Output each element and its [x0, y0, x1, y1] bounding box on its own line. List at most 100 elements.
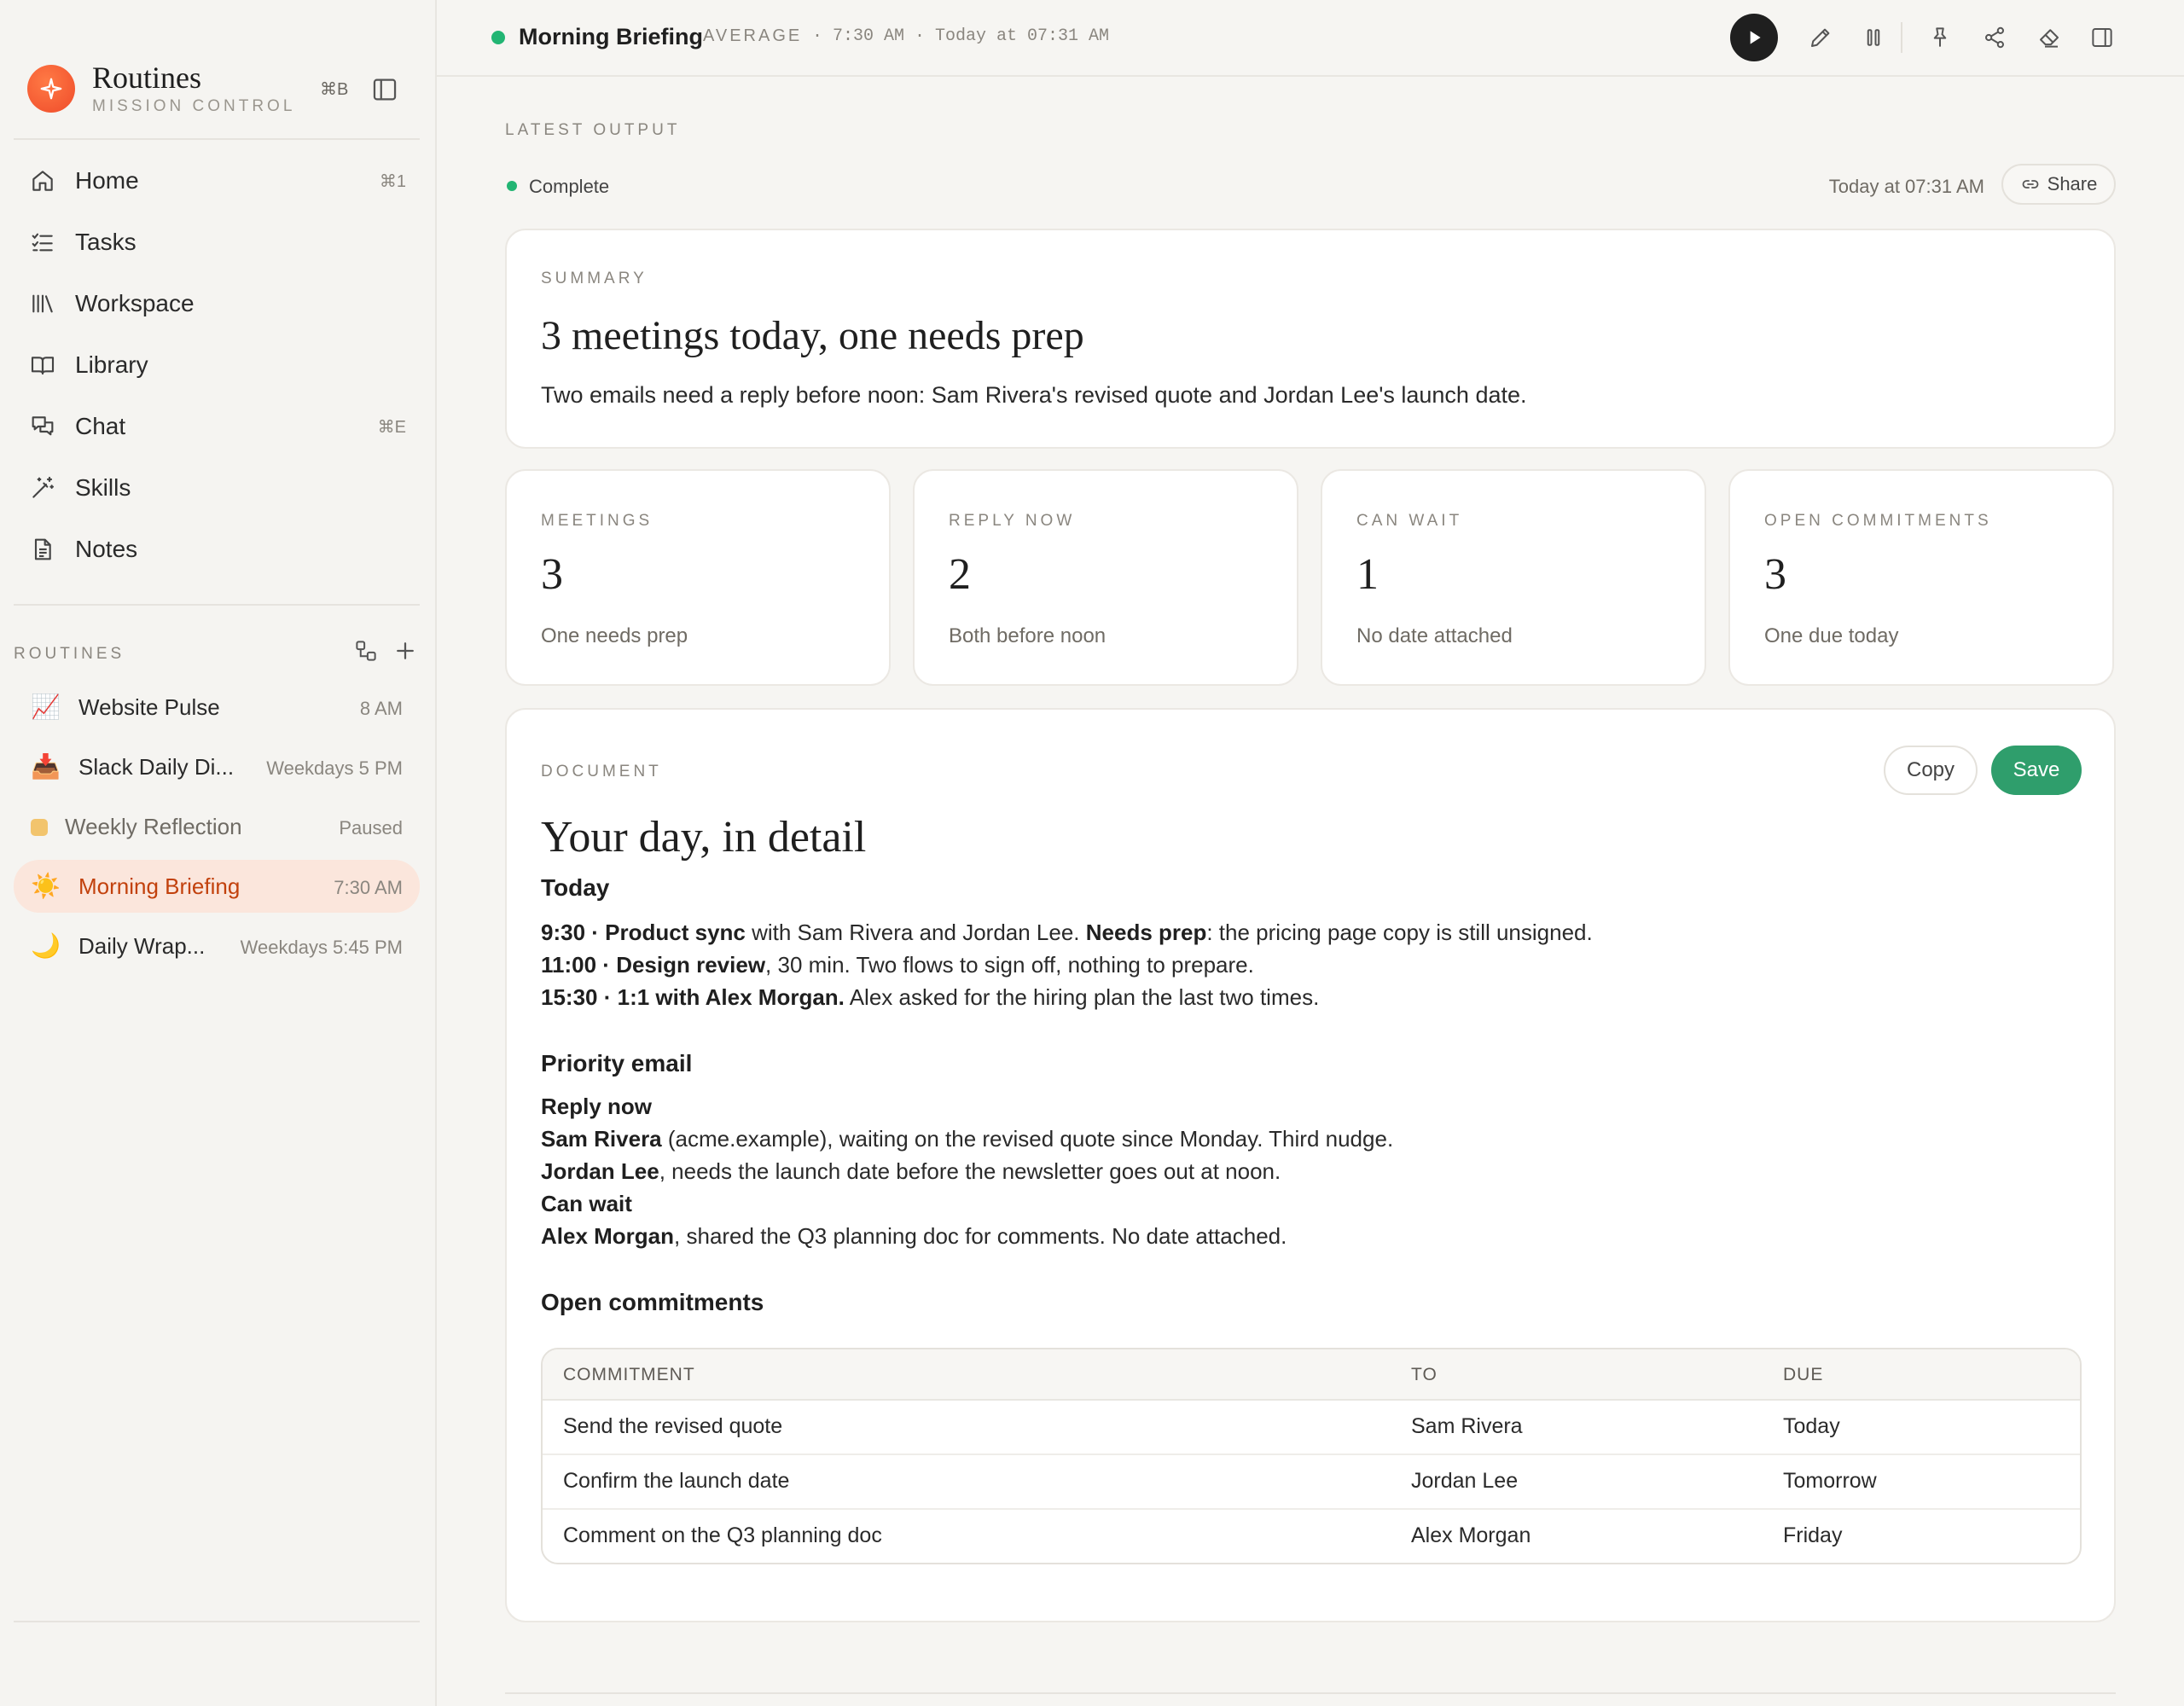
sidebar-item-label: Notes: [75, 536, 138, 562]
stat-value: 3: [1764, 550, 1786, 599]
email-line: Jordan Lee, needs the launch date before…: [541, 1155, 2077, 1187]
sidebar-divider: [14, 138, 420, 140]
email-detail: (acme.example), waiting on the revised q…: [661, 1126, 1394, 1152]
pause-icon: [1867, 29, 1880, 46]
summary-label: SUMMARY: [541, 270, 648, 287]
sun-icon: ☀️: [31, 873, 61, 899]
sidebar-item-chat[interactable]: Chat ⌘E: [14, 396, 420, 457]
play-icon: [1750, 31, 1761, 44]
meeting-line: 15:30 · 1:1 with Alex Morgan. Alex asked…: [541, 984, 1320, 1010]
document-card: DOCUMENT Copy Save Your day, in detail T…: [505, 708, 2116, 1622]
checklist-icon: [29, 229, 56, 256]
column-header: TO: [1411, 1365, 1438, 1384]
stat-value: 2: [949, 550, 971, 599]
brand-subtitle: MISSION CONTROL: [92, 97, 296, 115]
run-meta: · 7:30 AM · Today at 07:31 AM: [812, 26, 1110, 46]
share-output-button[interactable]: Share: [2001, 164, 2116, 205]
sidebar-item-label: Library: [75, 351, 148, 378]
sidebar-item-label: Home: [75, 167, 139, 194]
sidebar-item-library[interactable]: Library: [14, 334, 420, 396]
moon-icon: 🌙: [31, 932, 61, 959]
today-heading: Today: [541, 874, 610, 901]
routine-name: Weekly Reflection: [65, 814, 242, 839]
table-row: Comment on the Q3 planning doc Alex Morg…: [543, 1510, 2080, 1563]
priority-email-heading: Priority email: [541, 1050, 693, 1076]
sidebar-item-notes[interactable]: Notes: [14, 519, 420, 580]
routine-item-website-pulse[interactable]: 📈 Website Pulse 8 AM: [14, 681, 420, 734]
column-header: COMMITMENT: [563, 1365, 695, 1384]
stat-value: 3: [541, 550, 563, 599]
run-button[interactable]: [1730, 14, 1778, 61]
complete-dot: [507, 181, 517, 191]
share-button[interactable]: [1976, 19, 2013, 56]
routine-item-weekly-reflection[interactable]: Weekly Reflection Paused: [14, 800, 420, 853]
reply-now-label: Reply now: [541, 1094, 653, 1119]
link-icon: [2022, 180, 2039, 189]
panel-toggle-button[interactable]: [2083, 19, 2121, 56]
status-dot: [491, 31, 505, 44]
paused-indicator-icon: [31, 819, 48, 836]
summary-card: SUMMARY 3 meetings today, one needs prep…: [505, 229, 2116, 449]
sidebar-divider: [14, 604, 420, 606]
pencil-icon: [1811, 28, 1830, 47]
sidebar-item-home[interactable]: Home ⌘1: [14, 150, 420, 212]
table-cell: Comment on the Q3 planning doc: [563, 1523, 882, 1547]
sidebar-item-tasks[interactable]: Tasks: [14, 212, 420, 273]
meeting-time: 15:30: [541, 984, 598, 1010]
column-header: DUE: [1783, 1365, 1824, 1384]
sparkle-icon: [27, 65, 75, 113]
home-icon: [29, 167, 56, 194]
pause-button[interactable]: [1855, 19, 1892, 56]
sidebar-item-label: Tasks: [75, 229, 136, 255]
stat-label: REPLY NOW: [949, 512, 1076, 530]
copy-button[interactable]: Copy: [1884, 746, 1978, 795]
email-detail: , shared the Q3 planning doc for comment…: [674, 1223, 1287, 1249]
sidebar-divider: [14, 1621, 420, 1622]
sidebar-nav: Home ⌘1 Tasks Workspace Library Chat ⌘E …: [14, 150, 420, 580]
meeting-line: 9:30 · Product sync with Sam Rivera and …: [541, 920, 1593, 945]
email-line: Alex Morgan, shared the Q3 planning doc …: [541, 1220, 2077, 1252]
routine-name: Slack Daily Di...: [78, 754, 235, 780]
sidebar-item-label: Workspace: [75, 290, 195, 316]
latest-output-label: LATEST OUTPUT: [505, 121, 681, 139]
add-routine-icon[interactable]: [392, 638, 418, 664]
stat-sub: No date attached: [1356, 624, 1513, 647]
meeting-time: 9:30: [541, 920, 586, 945]
pin-icon: [1933, 27, 1947, 47]
stat-card-meetings: MEETINGS 3 One needs prep: [505, 469, 891, 686]
stat-card-can-wait: CAN WAIT 1 No date attached: [1321, 469, 1706, 686]
output-timestamp: Today at 07:31 AM: [1828, 176, 1984, 197]
routine-item-daily-wrap[interactable]: 🌙 Daily Wrap... Weekdays 5:45 PM: [14, 920, 420, 972]
email-detail: , needs the launch date before the newsl…: [659, 1158, 1281, 1184]
sidebar-item-skills[interactable]: Skills: [14, 457, 420, 519]
routine-list: 📈 Website Pulse 8 AM 📥 Slack Daily Di...…: [14, 681, 420, 979]
sidebar-toggle-icon[interactable]: [370, 75, 399, 104]
email-sender: Alex Morgan: [541, 1223, 675, 1249]
document-title: Your day, in detail: [541, 813, 867, 862]
summary-headline: 3 meetings today, one needs prep: [541, 313, 1084, 358]
chat-bubbles-icon: [29, 413, 56, 440]
table-header: COMMITMENT TO DUE: [543, 1349, 2080, 1401]
clear-button[interactable]: [2030, 19, 2068, 56]
stat-sub: One needs prep: [541, 624, 688, 647]
sidebar-item-workspace[interactable]: Workspace: [14, 273, 420, 334]
routine-item-slack-daily[interactable]: 📥 Slack Daily Di... Weekdays 5 PM: [14, 740, 420, 793]
pin-button[interactable]: [1921, 19, 1959, 56]
routine-name: Website Pulse: [78, 694, 220, 720]
edit-button[interactable]: [1802, 19, 1839, 56]
book-open-icon: [29, 351, 56, 379]
routine-item-morning-briefing[interactable]: ☀️ Morning Briefing 7:30 AM: [14, 860, 420, 913]
table-row: Confirm the launch date Jordan Lee Tomor…: [543, 1455, 2080, 1510]
commitments-table: COMMITMENT TO DUE Send the revised quote…: [541, 1348, 2082, 1564]
share-nodes-icon: [1985, 26, 2004, 49]
toolbar-separator: [1901, 22, 1902, 53]
save-button[interactable]: Save: [1991, 746, 2082, 795]
table-cell: Sam Rivera: [1411, 1414, 1523, 1438]
library-books-icon: [29, 290, 56, 317]
routine-title: Morning Briefing: [519, 24, 703, 49]
content-bottom-divider: [505, 1692, 2116, 1694]
flow-icon[interactable]: [353, 638, 379, 664]
stat-label: CAN WAIT: [1356, 512, 1463, 530]
sidebar-item-label: Chat: [75, 413, 126, 439]
stat-label: MEETINGS: [541, 512, 653, 530]
